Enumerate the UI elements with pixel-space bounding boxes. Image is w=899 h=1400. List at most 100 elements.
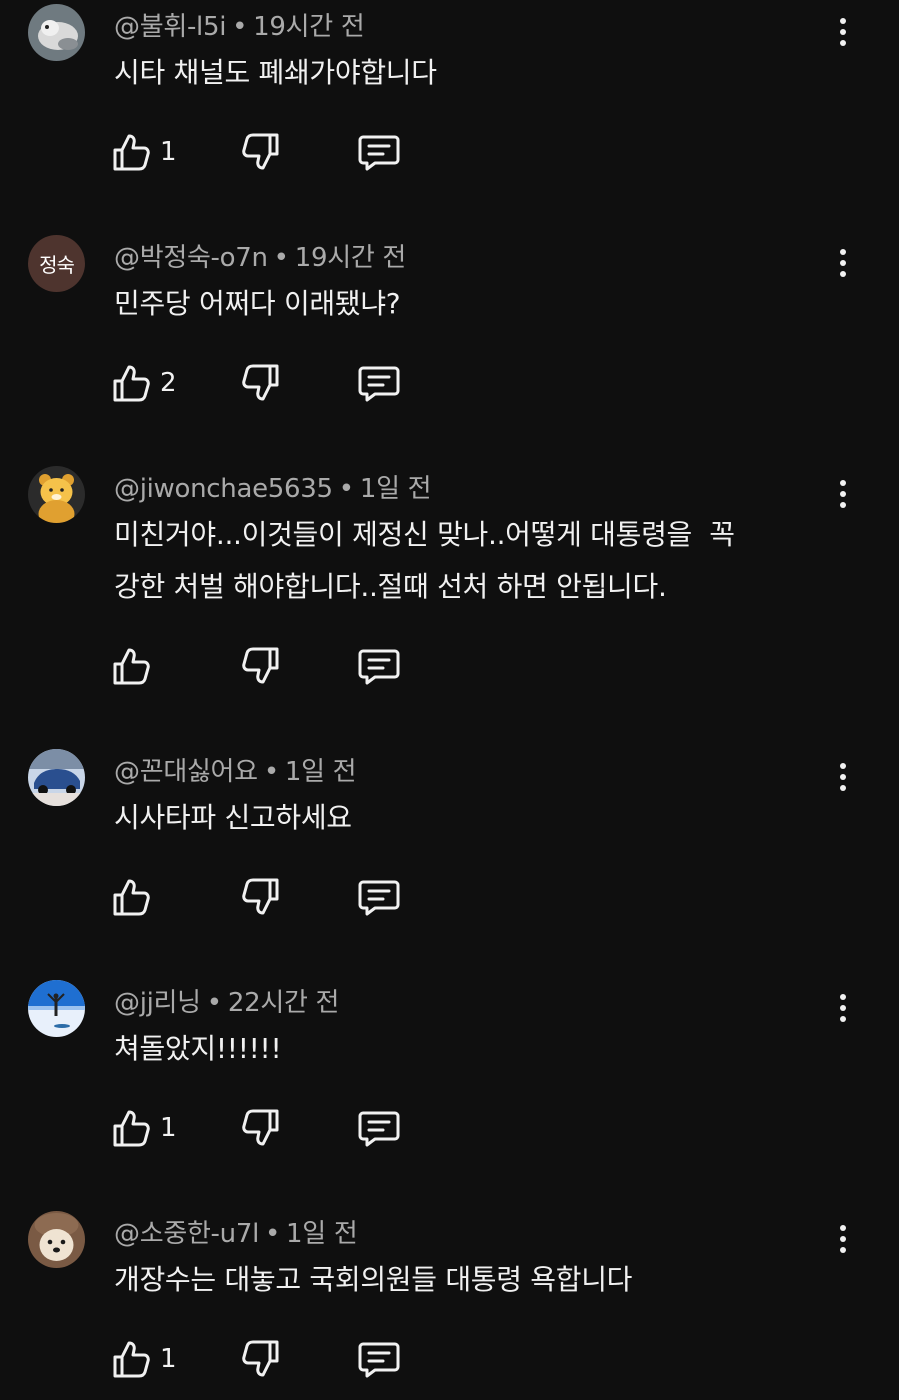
avatar[interactable] <box>28 980 85 1037</box>
comment-text-line: 시사타파 신고하세요 <box>114 801 352 834</box>
thumbs-down-icon <box>242 1109 279 1146</box>
thumbs-down-icon <box>242 1340 279 1377</box>
comment-time[interactable]: 22시간 전 <box>228 988 340 1018</box>
like-count: 1 <box>160 137 177 167</box>
comment-meta: @박정숙-o7n • 19시간 전 <box>114 237 406 274</box>
avatar-initials: 정숙 <box>28 235 85 292</box>
reply-button[interactable] <box>358 130 400 174</box>
meta-separator: • <box>263 757 279 787</box>
dislike-button[interactable] <box>242 1106 280 1150</box>
comment-meta: @꼰대싫어요 • 1일 전 <box>114 751 357 788</box>
more-vertical-icon[interactable] <box>828 243 858 283</box>
comment-author[interactable]: @불휘-l5i <box>114 12 226 42</box>
comment-text: 시타 채널도 폐쇄가야합니다 <box>114 47 814 99</box>
thumbs-up-icon <box>113 1341 150 1378</box>
thumbs-down-icon <box>242 647 279 684</box>
comment-meta: @불휘-l5i • 19시간 전 <box>114 6 365 43</box>
thumbs-up-icon <box>113 134 150 171</box>
dislike-button[interactable] <box>242 361 280 405</box>
comment-actions <box>112 644 432 688</box>
car-photo-avatar <box>28 749 85 806</box>
comment-text-line: 민주당 어쩌다 이래됐냐? <box>114 287 401 320</box>
comment-text-line: 쳐돌았지!!!!!! <box>114 1032 282 1065</box>
comment-time[interactable]: 1일 전 <box>286 1219 358 1249</box>
thumbs-down-icon <box>242 133 279 170</box>
thumbs-up-icon <box>113 648 150 685</box>
comment-author[interactable]: @꼰대싫어요 <box>114 757 258 787</box>
more-vertical-icon[interactable] <box>828 1219 858 1259</box>
thumbs-up-icon <box>113 1110 150 1147</box>
comment-time[interactable]: 1일 전 <box>360 474 432 504</box>
comment-text: 미친거야...이것들이 제정신 맞나..어떻게 대통령을 꼭 강한 처벌 해야합… <box>114 509 814 613</box>
thumbs-up-icon <box>113 365 150 402</box>
like-button[interactable] <box>112 644 160 688</box>
avatar[interactable]: 정숙 <box>28 235 85 292</box>
comment-time[interactable]: 19시간 전 <box>253 12 365 42</box>
reply-icon <box>358 1111 400 1147</box>
like-button[interactable] <box>112 875 160 919</box>
bear-character-avatar <box>28 466 85 523</box>
more-vertical-icon[interactable] <box>828 757 858 797</box>
dog-photo-avatar <box>28 4 85 61</box>
thumbs-down-icon <box>242 878 279 915</box>
reply-button[interactable] <box>358 361 400 405</box>
more-vertical-icon[interactable] <box>828 474 858 514</box>
reply-icon <box>358 366 400 402</box>
comment-actions: 1 <box>112 1106 432 1150</box>
like-button[interactable]: 1 <box>112 1337 177 1381</box>
like-count: 1 <box>160 1344 177 1374</box>
comment-actions: 1 <box>112 1337 432 1381</box>
reply-icon <box>358 880 400 916</box>
dislike-button[interactable] <box>242 644 280 688</box>
like-button[interactable]: 1 <box>112 130 177 174</box>
comment-text-line: 강한 처벌 해야합니다..절때 선처 하면 안됩니다. <box>114 570 667 603</box>
meta-separator: • <box>338 474 354 504</box>
dislike-button[interactable] <box>242 1337 280 1381</box>
comment-text-line: 미친거야...이것들이 제정신 맞나..어떻게 대통령을 꼭 <box>114 518 735 551</box>
person-sky-avatar <box>28 980 85 1037</box>
comment-meta: @소중한-u7l • 1일 전 <box>114 1213 358 1250</box>
meta-separator: • <box>265 1219 281 1249</box>
comment-meta: @jj리닝 • 22시간 전 <box>114 982 339 1019</box>
comment-meta: @jiwonchae5635 • 1일 전 <box>114 468 432 505</box>
comment-text: 개장수는 대놓고 국회의원들 대통령 욕합니다 <box>114 1254 814 1306</box>
avatar[interactable] <box>28 4 85 61</box>
like-button[interactable]: 1 <box>112 1106 177 1150</box>
reply-button[interactable] <box>358 1337 400 1381</box>
avatar[interactable] <box>28 1211 85 1268</box>
reply-icon <box>358 649 400 685</box>
more-vertical-icon[interactable] <box>828 988 858 1028</box>
like-button[interactable]: 2 <box>112 361 177 405</box>
puppy-photo-avatar <box>28 1211 85 1268</box>
reply-button[interactable] <box>358 644 400 688</box>
comment-text-line: 개장수는 대놓고 국회의원들 대통령 욕합니다 <box>114 1263 633 1296</box>
avatar[interactable] <box>28 466 85 523</box>
reply-button[interactable] <box>358 1106 400 1150</box>
comment-text: 시사타파 신고하세요 <box>114 792 814 844</box>
reply-icon <box>358 135 400 171</box>
dislike-button[interactable] <box>242 130 280 174</box>
meta-separator: • <box>232 12 248 42</box>
more-vertical-icon[interactable] <box>828 12 858 52</box>
comment-actions: 2 <box>112 361 432 405</box>
meta-separator: • <box>206 988 222 1018</box>
dislike-button[interactable] <box>242 875 280 919</box>
like-count: 2 <box>160 368 177 398</box>
comment-text-line: 시타 채널도 폐쇄가야합니다 <box>114 56 437 89</box>
reply-button[interactable] <box>358 875 400 919</box>
comment-text: 쳐돌았지!!!!!! <box>114 1023 814 1075</box>
comment-time[interactable]: 1일 전 <box>285 757 357 787</box>
comment-author[interactable]: @박정숙-o7n <box>114 243 268 273</box>
comment-author[interactable]: @jiwonchae5635 <box>114 474 333 504</box>
comment-author[interactable]: @소중한-u7l <box>114 1219 259 1249</box>
reply-icon <box>358 1342 400 1378</box>
comment-actions <box>112 875 432 919</box>
comment-text: 민주당 어쩌다 이래됐냐? <box>114 278 814 330</box>
comment-time[interactable]: 19시간 전 <box>295 243 407 273</box>
avatar[interactable] <box>28 749 85 806</box>
comment-actions: 1 <box>112 130 432 174</box>
thumbs-up-icon <box>113 879 150 916</box>
meta-separator: • <box>273 243 289 273</box>
comment-author[interactable]: @jj리닝 <box>114 988 201 1018</box>
like-count: 1 <box>160 1113 177 1143</box>
